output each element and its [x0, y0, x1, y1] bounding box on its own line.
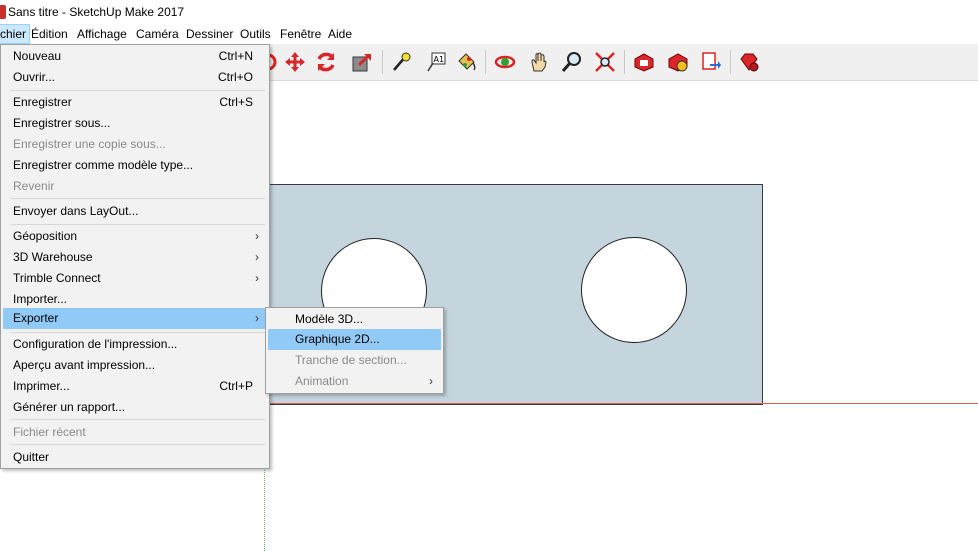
menu-item-label: Enregistrer comme modèle type...: [13, 158, 194, 172]
menu-separator: [11, 419, 265, 420]
toolbar-separator: [485, 50, 486, 74]
menu-item-label: Imprimer...: [13, 379, 70, 393]
paint-bucket-icon[interactable]: [455, 50, 479, 74]
chevron-right-icon: ›: [255, 250, 259, 264]
menu-edition[interactable]: Édition: [28, 24, 71, 44]
menu-item-enregistrer-modele[interactable]: Enregistrer comme modèle type...: [3, 155, 267, 176]
move-icon[interactable]: [283, 50, 307, 74]
menu-item-nouveau[interactable]: Nouveau Ctrl+N: [3, 46, 267, 67]
menu-item-trimble-connect[interactable]: Trimble Connect ›: [3, 268, 267, 289]
export-submenu: Modèle 3D... Graphique 2D... Tranche de …: [265, 307, 444, 394]
pan-icon[interactable]: [527, 50, 551, 74]
push-pull-icon[interactable]: [350, 50, 374, 74]
menu-item-quitter[interactable]: Quitter: [3, 447, 267, 468]
menu-item-label: Quitter: [13, 450, 50, 464]
menu-item-label: Ouvrir...: [13, 70, 56, 84]
sketchup-app-icon[interactable]: [0, 5, 6, 19]
extension-warehouse-icon[interactable]: [666, 50, 690, 74]
menu-item-fichier-recent: Fichier récent: [3, 422, 267, 443]
menu-item-label: Configuration de l'impression...: [13, 337, 178, 351]
menu-item-apercu[interactable]: Aperçu avant impression...: [3, 355, 267, 376]
menu-outils[interactable]: Outils: [237, 24, 274, 44]
toolbar-separator: [624, 50, 625, 74]
menu-item-enregistrer[interactable]: Enregistrer Ctrl+S: [3, 92, 267, 113]
menu-item-label: Fichier récent: [13, 425, 86, 439]
menu-fichier[interactable]: chier: [0, 24, 31, 44]
menu-separator: [11, 224, 265, 225]
chevron-right-icon: ›: [255, 311, 259, 325]
menu-item-imprimer[interactable]: Imprimer... Ctrl+P: [3, 376, 267, 397]
menu-item-enregistrer-sous[interactable]: Enregistrer sous...: [3, 113, 267, 134]
file-menu: Nouveau Ctrl+N Ouvrir... Ctrl+O Enregist…: [0, 44, 270, 469]
menu-separator: [11, 90, 265, 91]
menu-separator: [11, 332, 265, 333]
red-axis: [265, 403, 978, 404]
menu-item-label: 3D Warehouse: [13, 250, 93, 264]
toolbar-separator: [730, 50, 731, 74]
menu-item-label: Enregistrer sous...: [13, 116, 111, 130]
menu-item-envoyer-layout[interactable]: Envoyer dans LayOut...: [3, 201, 267, 222]
menu-item-label: Aperçu avant impression...: [13, 358, 156, 372]
menu-item-label: Enregistrer une copie sous...: [13, 137, 166, 151]
menu-item-label: Tranche de section...: [295, 353, 407, 367]
menu-dessiner[interactable]: Dessiner: [183, 24, 236, 44]
menu-item-enregistrer-copie: Enregistrer une copie sous...: [3, 134, 267, 155]
menu-item-label: Animation: [295, 374, 349, 388]
menu-item-label: Nouveau: [13, 49, 62, 63]
ruby-extension-icon[interactable]: [737, 50, 761, 74]
toolbar-separator: [382, 50, 383, 74]
menu-item-revenir: Revenir: [3, 176, 267, 197]
circle-hole-right[interactable]: [581, 237, 687, 343]
chevron-right-icon: ›: [255, 229, 259, 243]
menu-separator: [11, 444, 265, 445]
layout-send-icon[interactable]: [699, 50, 723, 74]
menu-item-3d-warehouse[interactable]: 3D Warehouse ›: [3, 247, 267, 268]
chevron-right-icon: ›: [429, 374, 433, 388]
window-title: Sans titre - SketchUp Make 2017: [8, 5, 185, 19]
menu-item-config-impression[interactable]: Configuration de l'impression...: [3, 334, 267, 355]
zoom-icon[interactable]: [560, 50, 584, 74]
chevron-right-icon: ›: [255, 271, 259, 285]
submenu-item-tranche-section: Tranche de section...: [268, 350, 441, 371]
menu-item-ouvrir[interactable]: Ouvrir... Ctrl+O: [3, 67, 267, 88]
orbit-icon[interactable]: [493, 50, 517, 74]
menu-item-label: Géoposition: [13, 229, 78, 243]
menu-item-label: Graphique 2D...: [295, 332, 380, 346]
menu-item-geoposition[interactable]: Géoposition ›: [3, 226, 267, 247]
submenu-item-modele-3d[interactable]: Modèle 3D...: [268, 309, 441, 330]
menu-fenetre[interactable]: Fenêtre: [277, 24, 324, 44]
menu-aide[interactable]: Aide: [325, 24, 355, 44]
follow-me-icon[interactable]: [314, 50, 338, 74]
submenu-item-animation: Animation ›: [268, 371, 441, 392]
menu-item-rapport[interactable]: Générer un rapport...: [3, 397, 267, 418]
tape-measure-icon[interactable]: [389, 50, 413, 74]
zoom-extents-icon[interactable]: [593, 50, 617, 74]
menu-item-exporter[interactable]: Exporter ›: [3, 308, 267, 329]
menu-item-label: Envoyer dans LayOut...: [13, 204, 139, 218]
menu-bar: chier Édition Affichage Caméra Dessiner …: [0, 24, 978, 44]
submenu-item-graphique-2d[interactable]: Graphique 2D...: [268, 329, 441, 350]
menu-item-importer[interactable]: Importer...: [3, 289, 267, 310]
shortcut-label: Ctrl+P: [219, 379, 253, 393]
menu-item-label: Enregistrer: [13, 95, 72, 109]
menu-item-label: Modèle 3D...: [295, 312, 364, 326]
menu-item-label: Exporter: [13, 311, 59, 325]
title-bar: Sans titre - SketchUp Make 2017: [0, 0, 978, 24]
shortcut-label: Ctrl+O: [217, 70, 253, 84]
menu-affichage[interactable]: Affichage: [74, 24, 130, 44]
menu-camera[interactable]: Caméra: [133, 24, 182, 44]
menu-item-label: Générer un rapport...: [13, 400, 126, 414]
svg-text:A1: A1: [434, 55, 445, 64]
menu-separator: [11, 198, 265, 199]
warehouse-icon[interactable]: [632, 50, 656, 74]
menu-item-label: Importer...: [13, 292, 68, 306]
menu-item-label: Revenir: [13, 179, 55, 193]
menu-item-label: Trimble Connect: [13, 271, 101, 285]
shortcut-label: Ctrl+N: [218, 49, 253, 63]
shortcut-label: Ctrl+S: [219, 95, 253, 109]
text-label-icon[interactable]: A1: [424, 50, 448, 74]
